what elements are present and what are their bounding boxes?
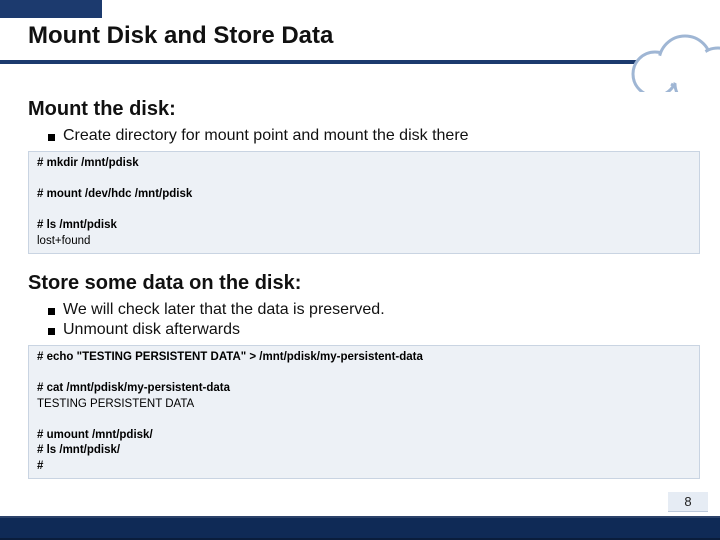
bullet-item: We will check later that the data is pre… bbox=[48, 301, 700, 319]
code-command-line: # mkdir /mnt/pdisk bbox=[37, 156, 691, 172]
bullet-square-icon bbox=[48, 308, 55, 315]
bullet-text: Unmount disk afterwards bbox=[63, 321, 240, 339]
code-command-line: # echo "TESTING PERSISTENT DATA" > /mnt/… bbox=[37, 350, 691, 366]
bullet-item: Create directory for mount point and mou… bbox=[48, 127, 700, 145]
bullet-item: Unmount disk afterwards bbox=[48, 321, 700, 339]
code-blank-line bbox=[37, 412, 691, 428]
bullet-square-icon bbox=[48, 328, 55, 335]
code-command-line: # ls /mnt/pdisk/ bbox=[37, 443, 691, 459]
code-command-line: # umount /mnt/pdisk/ bbox=[37, 428, 691, 444]
bullet-text: We will check later that the data is pre… bbox=[63, 301, 385, 319]
code-blank-line bbox=[37, 172, 691, 188]
header-accent-tab bbox=[0, 0, 102, 18]
section-heading: Store some data on the disk: bbox=[28, 272, 700, 295]
code-blank-line bbox=[37, 203, 691, 219]
code-command-line: # ls /mnt/pdisk bbox=[37, 218, 691, 234]
code-command-line: # mount /dev/hdc /mnt/pdisk bbox=[37, 187, 691, 203]
code-output-line: TESTING PERSISTENT DATA bbox=[37, 397, 691, 413]
code-block: # echo "TESTING PERSISTENT DATA" > /mnt/… bbox=[28, 345, 700, 479]
code-output-line: lost+found bbox=[37, 234, 691, 250]
bullet-text: Create directory for mount point and mou… bbox=[63, 127, 469, 145]
cloud-logo bbox=[610, 32, 720, 92]
slide-content: Mount the disk: Create directory for moun… bbox=[0, 64, 720, 479]
footer-bar bbox=[0, 516, 720, 540]
code-blank-line bbox=[37, 366, 691, 382]
bullet-square-icon bbox=[48, 134, 55, 141]
code-command-line: # cat /mnt/pdisk/my-persistent-data bbox=[37, 381, 691, 397]
code-block: # mkdir /mnt/pdisk # mount /dev/hdc /mnt… bbox=[28, 151, 700, 254]
section-heading: Mount the disk: bbox=[28, 98, 700, 121]
page-number: 8 bbox=[668, 492, 708, 512]
code-command-line: # bbox=[37, 459, 691, 475]
